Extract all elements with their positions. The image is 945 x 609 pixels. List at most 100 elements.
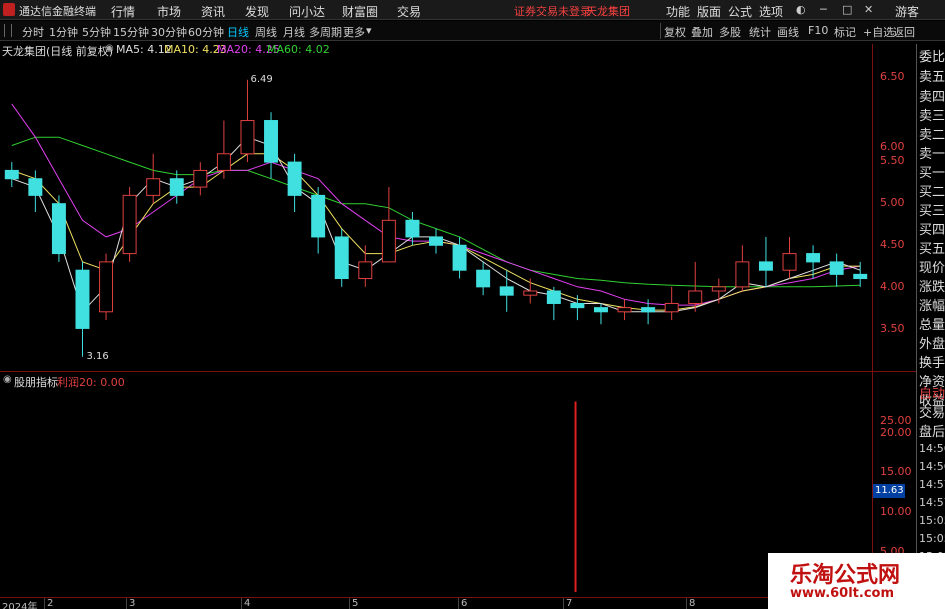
candle-body — [853, 273, 868, 280]
tool-fuquan[interactable]: 复权 — [664, 24, 686, 40]
candlestick-chart[interactable] — [0, 54, 872, 370]
tool-tongji[interactable]: 统计 — [749, 24, 771, 40]
candle[interactable] — [429, 228, 443, 254]
candle[interactable] — [4, 162, 19, 188]
maximize-icon[interactable]: □ — [842, 3, 852, 16]
candle[interactable] — [240, 79, 255, 163]
trade-mode-label[interactable]: 自动 — [919, 383, 945, 402]
menu-zixun[interactable]: 资讯 — [201, 3, 225, 20]
candle-body — [523, 290, 538, 296]
quote-label: 买二 — [919, 185, 945, 200]
sub-y-tick-label: 10.00 — [880, 505, 912, 518]
menu-gongshi[interactable]: 公式 — [728, 3, 752, 20]
candle[interactable] — [664, 286, 679, 321]
candle[interactable] — [122, 187, 137, 262]
period-15min[interactable]: 15分钟 — [113, 24, 149, 40]
trade-login-notice[interactable]: 证券交易未登录 — [514, 3, 591, 19]
tool-back[interactable]: 返回 — [893, 24, 915, 40]
candle-body — [4, 169, 19, 180]
tool-huaxian[interactable]: 画线 — [777, 24, 799, 40]
quote-label: 买五 — [919, 242, 945, 257]
menu-caifuquan[interactable]: 财富圈 — [342, 3, 378, 20]
menu-shichang[interactable]: 市场 — [157, 3, 181, 20]
low-price-annotation: 3.16 — [86, 350, 109, 362]
menu-xuanxiang[interactable]: 选项 — [759, 3, 783, 20]
period-60min[interactable]: 60分钟 — [188, 24, 224, 40]
candle[interactable] — [593, 303, 608, 325]
indicator-gear-icon[interactable]: ◉ — [3, 374, 12, 385]
candle[interactable] — [311, 187, 326, 254]
candle[interactable] — [617, 299, 632, 321]
quote-label: 卖二 — [919, 128, 945, 143]
candle[interactable] — [499, 270, 514, 312]
x-tick — [563, 598, 564, 609]
quote-label: 买四 — [919, 223, 945, 238]
tool-add-watchlist[interactable]: +自选 — [863, 24, 894, 40]
candle[interactable] — [381, 187, 396, 263]
tool-duogu[interactable]: 多股 — [719, 24, 741, 40]
close-icon[interactable]: ✕ — [864, 3, 873, 16]
period-5min[interactable]: 5分钟 — [82, 24, 111, 40]
trade-label[interactable]: 交易 — [919, 402, 945, 421]
candle[interactable] — [75, 261, 90, 357]
candle[interactable] — [264, 112, 279, 179]
y-tick-label: 3.50 — [880, 322, 905, 335]
period-weekly[interactable]: 周线 — [255, 24, 277, 40]
candle-body — [688, 290, 703, 304]
candle[interactable] — [334, 228, 349, 287]
candle[interactable] — [829, 253, 844, 287]
period-monthly[interactable]: 月线 — [283, 24, 305, 40]
settings-gear-icon[interactable]: ◉ — [105, 43, 114, 54]
tool-biaoji[interactable]: 标记 — [834, 24, 856, 40]
quote-label: 委比 — [919, 50, 945, 65]
toolbar-divider — [660, 23, 661, 39]
candle[interactable] — [735, 245, 750, 291]
candle[interactable] — [216, 120, 231, 179]
candle[interactable] — [358, 245, 373, 287]
menu-faxian[interactable]: 发现 — [245, 3, 269, 20]
candle[interactable] — [476, 261, 491, 296]
after-hours-label[interactable]: 盘后 — [919, 421, 945, 440]
tool-f10[interactable]: F10 — [808, 24, 828, 37]
ma20-line — [11, 103, 861, 306]
x-tick — [44, 598, 45, 609]
candle-body — [806, 253, 821, 263]
candle[interactable] — [806, 245, 821, 279]
candle[interactable] — [570, 295, 585, 321]
candle[interactable] — [782, 236, 797, 279]
indicator-chart[interactable] — [0, 386, 872, 596]
guest-button[interactable]: 游客 — [895, 3, 919, 20]
tool-diejia[interactable]: 叠加 — [691, 24, 713, 40]
candle-body — [546, 290, 561, 304]
candle[interactable] — [193, 162, 208, 196]
period-30min[interactable]: 30分钟 — [151, 24, 187, 40]
minimize-icon[interactable]: ─ — [820, 3, 827, 16]
menu-gongneng[interactable]: 功能 — [666, 3, 690, 20]
period-multi[interactable]: 多周期 — [309, 24, 342, 40]
period-more[interactable]: 更多 — [343, 24, 365, 40]
candle-body — [641, 307, 656, 313]
candle[interactable] — [711, 278, 726, 304]
quote-label: 卖四 — [919, 90, 945, 105]
quote-label: 买一 — [919, 166, 945, 181]
period-1min[interactable]: 1分钟 — [49, 24, 78, 40]
candle[interactable] — [287, 153, 302, 212]
candle[interactable] — [758, 236, 773, 287]
period-fenshi[interactable]: 分时 — [22, 24, 44, 40]
candle[interactable] — [51, 195, 66, 262]
candle-body — [782, 253, 797, 271]
title-stock-name: 天龙集团 — [586, 5, 630, 18]
candle[interactable] — [146, 153, 161, 204]
menu-hangqing[interactable]: 行情 — [111, 3, 135, 20]
candle[interactable] — [546, 286, 561, 321]
x-tick-label: 7 — [566, 598, 573, 609]
period-daily[interactable]: 日线 — [227, 24, 249, 40]
x-tick-label: 5 — [352, 598, 359, 609]
menu-banmian[interactable]: 版面 — [697, 3, 721, 20]
candle[interactable] — [99, 253, 114, 321]
menu-jiaoyi[interactable]: 交易 — [397, 3, 421, 20]
menu-wenxiaoda[interactable]: 问小达 — [289, 3, 325, 20]
candle[interactable] — [523, 278, 538, 304]
more-dropdown-icon[interactable]: ▾ — [366, 24, 372, 37]
skin-icon[interactable]: ◐ — [796, 3, 806, 16]
